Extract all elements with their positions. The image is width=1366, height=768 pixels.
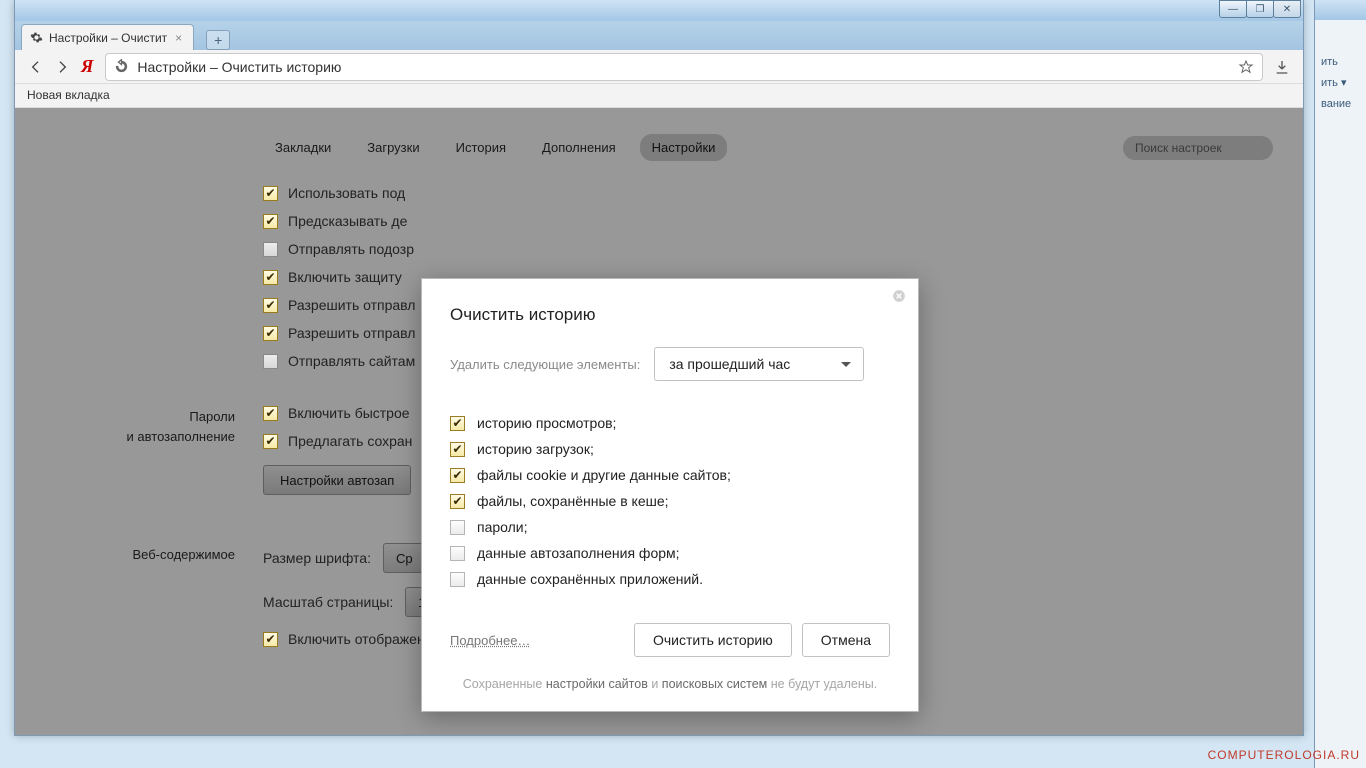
address-bar[interactable]: Настройки – Очистить историю (105, 53, 1263, 81)
new-tab-button[interactable]: + (206, 30, 230, 50)
clear-option-4[interactable]: ✔ пароли; (450, 519, 890, 535)
checkbox-icon: ✔ (263, 434, 278, 449)
cancel-button[interactable]: Отмена (802, 623, 890, 657)
bookmarks-bar: Новая вкладка (15, 84, 1303, 108)
clear-history-dialog: Очистить историю Удалить следующие элеме… (421, 278, 919, 712)
option-label: данные сохранённых приложений. (477, 571, 703, 587)
checkbox-label: Предсказывать де (288, 213, 407, 229)
dialog-close-button[interactable] (890, 287, 908, 305)
page-zoom-label: Масштаб страницы: (263, 594, 393, 610)
dialog-options: ✔ историю просмотров; ✔ историю загрузок; ✔ ф… (422, 399, 918, 607)
downloads-button[interactable] (1269, 59, 1295, 75)
window-controls: — ❐ ✕ (1220, 0, 1301, 18)
clear-option-1[interactable]: ✔ историю загрузок; (450, 441, 890, 457)
checkbox-icon: ✔ (263, 406, 278, 421)
checkbox-icon: ✔ (263, 632, 278, 647)
option-label: пароли; (477, 519, 528, 535)
settings-nav: Закладки Загрузки История Дополнения Нас… (263, 134, 1273, 161)
background-window: ить ить ▾ вание (1314, 0, 1366, 768)
yandex-logo-icon[interactable]: Я (75, 56, 99, 77)
reload-icon[interactable] (114, 59, 129, 74)
close-window-button[interactable]: ✕ (1273, 0, 1301, 18)
checkbox-label: Предлагать сохран (288, 433, 412, 449)
page-content: Закладки Загрузки История Дополнения Нас… (15, 108, 1303, 735)
option-label: файлы cookie и другие данные сайтов; (477, 467, 731, 483)
background-window-fragments: ить ить ▾ вание (1321, 52, 1351, 115)
nav-bookmarks[interactable]: Закладки (263, 134, 343, 161)
privacy-checkbox-1[interactable]: ✔ Предсказывать де (263, 213, 1273, 229)
checkbox-icon: ✔ (450, 572, 465, 587)
toolbar: Я Настройки – Очистить историю (15, 50, 1303, 84)
checkbox-icon: ✔ (450, 546, 465, 561)
checkbox-label: Использовать под (288, 185, 405, 201)
dialog-footnote: Сохраненные настройки сайтов и поисковых… (422, 661, 918, 711)
option-label: данные автозаполнения форм; (477, 545, 680, 561)
autofill-settings-button[interactable]: Настройки автозап (263, 465, 411, 495)
clear-option-5[interactable]: ✔ данные автозаполнения форм; (450, 545, 890, 561)
minimize-button[interactable]: — (1219, 0, 1247, 18)
nav-history[interactable]: История (444, 134, 518, 161)
bookmark-star-icon[interactable] (1238, 59, 1254, 75)
checkbox-icon: ✔ (263, 298, 278, 313)
font-size-label: Размер шрифта: (263, 550, 371, 566)
checkbox-icon: ✔ (450, 520, 465, 535)
checkbox-icon: ✔ (450, 416, 465, 431)
more-details-link[interactable]: Подробнее… (450, 633, 530, 648)
clear-option-0[interactable]: ✔ историю просмотров; (450, 415, 890, 431)
privacy-checkbox-2[interactable]: ✔ Отправлять подозр (263, 241, 1273, 257)
browser-window: — ❐ ✕ Настройки – Очистит × + Я Настройк… (14, 0, 1304, 736)
nav-addons[interactable]: Дополнения (530, 134, 628, 161)
tab-strip: Настройки – Очистит × + (15, 21, 1303, 50)
checkbox-icon: ✔ (263, 242, 278, 257)
time-range-select[interactable]: за прошедший час (654, 347, 864, 381)
address-bar-text: Настройки – Очистить историю (137, 59, 341, 75)
maximize-button[interactable]: ❐ (1246, 0, 1274, 18)
checkbox-icon: ✔ (263, 354, 278, 369)
checkbox-icon: ✔ (450, 442, 465, 457)
privacy-checkbox-0[interactable]: ✔ Использовать под (263, 185, 1273, 201)
dialog-title: Очистить историю (422, 279, 918, 343)
search-settings-input[interactable] (1123, 136, 1273, 160)
forward-button[interactable] (49, 54, 75, 80)
clear-history-button[interactable]: Очистить историю (634, 623, 792, 657)
checkbox-icon: ✔ (450, 494, 465, 509)
section-label-passwords: Пароли и автозаполнение (45, 405, 263, 495)
option-label: файлы, сохранённые в кеше; (477, 493, 669, 509)
clear-option-6[interactable]: ✔ данные сохранённых приложений. (450, 571, 890, 587)
checkbox-icon: ✔ (263, 326, 278, 341)
tab-close-icon[interactable]: × (175, 31, 187, 43)
bookmarks-bar-item[interactable]: Новая вкладка (27, 88, 110, 102)
window-titlebar: — ❐ ✕ (15, 0, 1303, 21)
checkbox-label: Отправлять подозр (288, 241, 414, 257)
clear-option-3[interactable]: ✔ файлы, сохранённые в кеше; (450, 493, 890, 509)
watermark: COMPUTEROLOGIA.RU (1208, 748, 1360, 762)
back-button[interactable] (23, 54, 49, 80)
dialog-subtitle: Удалить следующие элементы: (450, 357, 640, 372)
clear-option-2[interactable]: ✔ файлы cookie и другие данные сайтов; (450, 467, 890, 483)
checkbox-label: Включить быстрое (288, 405, 410, 421)
tab-title: Настройки – Очистит (49, 31, 167, 45)
checkbox-label: Включить защиту (288, 269, 402, 285)
checkbox-icon: ✔ (263, 186, 278, 201)
gear-icon (30, 31, 43, 44)
nav-downloads[interactable]: Загрузки (355, 134, 431, 161)
checkbox-icon: ✔ (450, 468, 465, 483)
checkbox-label: Разрешить отправл (288, 297, 415, 313)
checkbox-label: Разрешить отправл (288, 325, 415, 341)
option-label: историю просмотров; (477, 415, 616, 431)
option-label: историю загрузок; (477, 441, 594, 457)
section-label-web: Веб-содержимое (45, 543, 263, 659)
checkbox-icon: ✔ (263, 214, 278, 229)
nav-settings[interactable]: Настройки (640, 134, 728, 161)
checkbox-label: Отправлять сайтам (288, 353, 415, 369)
checkbox-icon: ✔ (263, 270, 278, 285)
tab-settings[interactable]: Настройки – Очистит × (21, 24, 194, 50)
